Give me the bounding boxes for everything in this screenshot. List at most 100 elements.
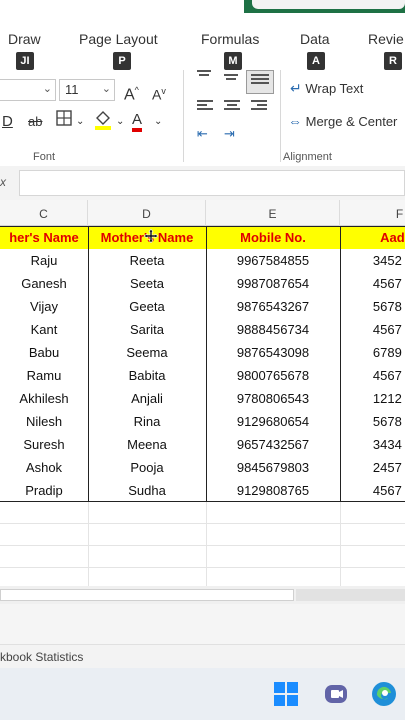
search-box[interactable] bbox=[252, 0, 405, 9]
align-top-icon[interactable] bbox=[197, 70, 215, 84]
scrollbar-track[interactable] bbox=[296, 589, 405, 601]
cell-e[interactable]: 9987087654 bbox=[206, 272, 340, 295]
cell-f[interactable]: 4567 789 bbox=[340, 318, 405, 341]
merge-center-button[interactable]: ⇔ Merge & Center bbox=[288, 113, 397, 129]
formula-input[interactable] bbox=[19, 170, 405, 196]
font-color-icon: A bbox=[132, 112, 143, 132]
cell-f[interactable]: 4567 789 bbox=[340, 272, 405, 295]
windows-start-icon[interactable] bbox=[273, 681, 299, 707]
align-right-icon[interactable] bbox=[251, 100, 269, 114]
cell-c[interactable]: Ramu bbox=[0, 364, 88, 387]
wrap-text-button[interactable]: ↵ Wrap Text bbox=[290, 80, 363, 97]
grid-line bbox=[88, 502, 89, 590]
cell-d[interactable]: Seema bbox=[88, 341, 206, 364]
cell-d[interactable]: Rina bbox=[88, 410, 206, 433]
cell-f[interactable]: 4567 789 bbox=[340, 364, 405, 387]
table-row: GaneshSeeta99870876544567 789 bbox=[0, 272, 405, 295]
chevron-down-icon[interactable]: ⌄ bbox=[154, 112, 162, 132]
cell-d[interactable]: Pooja bbox=[88, 456, 206, 479]
cell-d[interactable]: Sarita bbox=[88, 318, 206, 341]
font-color-button[interactable]: A bbox=[132, 110, 143, 132]
borders-button[interactable] bbox=[56, 110, 72, 132]
cell-c[interactable]: Ganesh bbox=[0, 272, 88, 295]
cell-e[interactable]: 9876543267 bbox=[206, 295, 340, 318]
cell-e[interactable]: 9657432567 bbox=[206, 433, 340, 456]
cell-e[interactable]: 9800765678 bbox=[206, 364, 340, 387]
cell-c[interactable]: Babu bbox=[0, 341, 88, 364]
cell-c[interactable]: Nilesh bbox=[0, 410, 88, 433]
shrink-font-button[interactable]: Av bbox=[152, 81, 166, 105]
cell-f[interactable]: 5678 896 bbox=[340, 295, 405, 318]
chevron-down-icon[interactable]: ⌄ bbox=[76, 112, 84, 132]
column-header-e[interactable]: E bbox=[206, 200, 340, 226]
align-middle-icon[interactable] bbox=[224, 74, 242, 88]
tab-page-layout[interactable]: Page Layout bbox=[79, 31, 158, 47]
cell-f[interactable]: 3452 235 bbox=[340, 249, 405, 272]
cell-d[interactable]: Geeta bbox=[88, 295, 206, 318]
cell-e[interactable]: 9780806543 bbox=[206, 387, 340, 410]
cell-f[interactable]: 2457 466 bbox=[340, 456, 405, 479]
cell-c[interactable]: Vijay bbox=[0, 295, 88, 318]
font-size-box[interactable]: 11 ⌄ bbox=[59, 79, 115, 101]
cell-e[interactable]: 9888456734 bbox=[206, 318, 340, 341]
horizontal-scrollbar[interactable] bbox=[0, 586, 405, 604]
tab-data[interactable]: Data bbox=[300, 31, 330, 47]
font-name-box[interactable]: ⌄ bbox=[0, 79, 56, 101]
cell-d[interactable]: Sudha bbox=[88, 479, 206, 502]
cell-e[interactable]: 9129680654 bbox=[206, 410, 340, 433]
strikethrough-button[interactable]: ab bbox=[28, 112, 42, 132]
cell-c[interactable]: Raju bbox=[0, 249, 88, 272]
grow-font-icon: A bbox=[124, 86, 135, 104]
cell-d[interactable]: Seeta bbox=[88, 272, 206, 295]
tab-draw[interactable]: Draw bbox=[8, 31, 41, 47]
header-cell-f[interactable]: Aadha bbox=[340, 226, 405, 249]
cell-d[interactable]: Anjali bbox=[88, 387, 206, 410]
cell-c[interactable]: Ashok bbox=[0, 456, 88, 479]
header-cell-c[interactable]: her's Name bbox=[0, 226, 88, 249]
header-cell-e[interactable]: Mobile No. bbox=[206, 226, 340, 249]
grow-font-button[interactable]: A^ bbox=[124, 80, 139, 105]
teams-chat-icon[interactable] bbox=[323, 681, 349, 707]
workbook-statistics[interactable]: kbook Statistics bbox=[0, 650, 83, 664]
cell-f[interactable]: 6789 567 bbox=[340, 341, 405, 364]
table-row: AkhileshAnjali97808065431212 343 bbox=[0, 387, 405, 410]
cell-e[interactable]: 9967584855 bbox=[206, 249, 340, 272]
tab-formulas[interactable]: Formulas bbox=[201, 31, 259, 47]
fx-icon[interactable]: x bbox=[0, 175, 6, 189]
cell-e[interactable]: 9845679803 bbox=[206, 456, 340, 479]
cell-c[interactable]: Akhilesh bbox=[0, 387, 88, 410]
empty-row[interactable] bbox=[0, 524, 405, 546]
fill-color-button[interactable] bbox=[94, 110, 112, 136]
underline-icon: D bbox=[2, 113, 13, 130]
edge-browser-icon[interactable] bbox=[371, 681, 397, 707]
cell-f[interactable]: 1212 343 bbox=[340, 387, 405, 410]
font-size-value: 11 bbox=[65, 82, 79, 97]
decrease-indent-icon[interactable]: ⇤ bbox=[197, 124, 208, 144]
cell-d[interactable]: Reeta bbox=[88, 249, 206, 272]
column-header-d[interactable]: D bbox=[88, 200, 206, 226]
underline-button[interactable]: D bbox=[2, 112, 13, 132]
title-bar bbox=[0, 0, 405, 26]
align-bottom-icon[interactable] bbox=[251, 74, 269, 88]
cell-d[interactable]: Meena bbox=[88, 433, 206, 456]
tab-review[interactable]: Revie bbox=[368, 31, 404, 47]
cell-c[interactable]: Kant bbox=[0, 318, 88, 341]
empty-row[interactable] bbox=[0, 546, 405, 568]
cell-f[interactable]: 5678 899 bbox=[340, 410, 405, 433]
cell-e[interactable]: 9129808765 bbox=[206, 479, 340, 502]
chevron-down-icon[interactable]: ⌄ bbox=[116, 112, 124, 132]
empty-row[interactable] bbox=[0, 502, 405, 524]
scrollbar-thumb[interactable] bbox=[0, 589, 294, 601]
align-center-icon[interactable] bbox=[224, 100, 242, 114]
cell-c[interactable]: Pradip bbox=[0, 479, 88, 502]
align-left-icon[interactable] bbox=[197, 100, 215, 114]
cell-e[interactable]: 9876543098 bbox=[206, 341, 340, 364]
cell-d[interactable]: Babita bbox=[88, 364, 206, 387]
spreadsheet-grid[interactable]: C D E F her's Name Mother's Name Mobile No… bbox=[0, 200, 405, 590]
column-header-c[interactable]: C bbox=[0, 200, 88, 226]
increase-indent-icon[interactable]: ⇥ bbox=[224, 124, 235, 144]
cell-c[interactable]: Suresh bbox=[0, 433, 88, 456]
cell-f[interactable]: 4567 685 bbox=[340, 479, 405, 502]
cell-f[interactable]: 3434 678 bbox=[340, 433, 405, 456]
column-header-f[interactable]: F bbox=[340, 200, 405, 226]
